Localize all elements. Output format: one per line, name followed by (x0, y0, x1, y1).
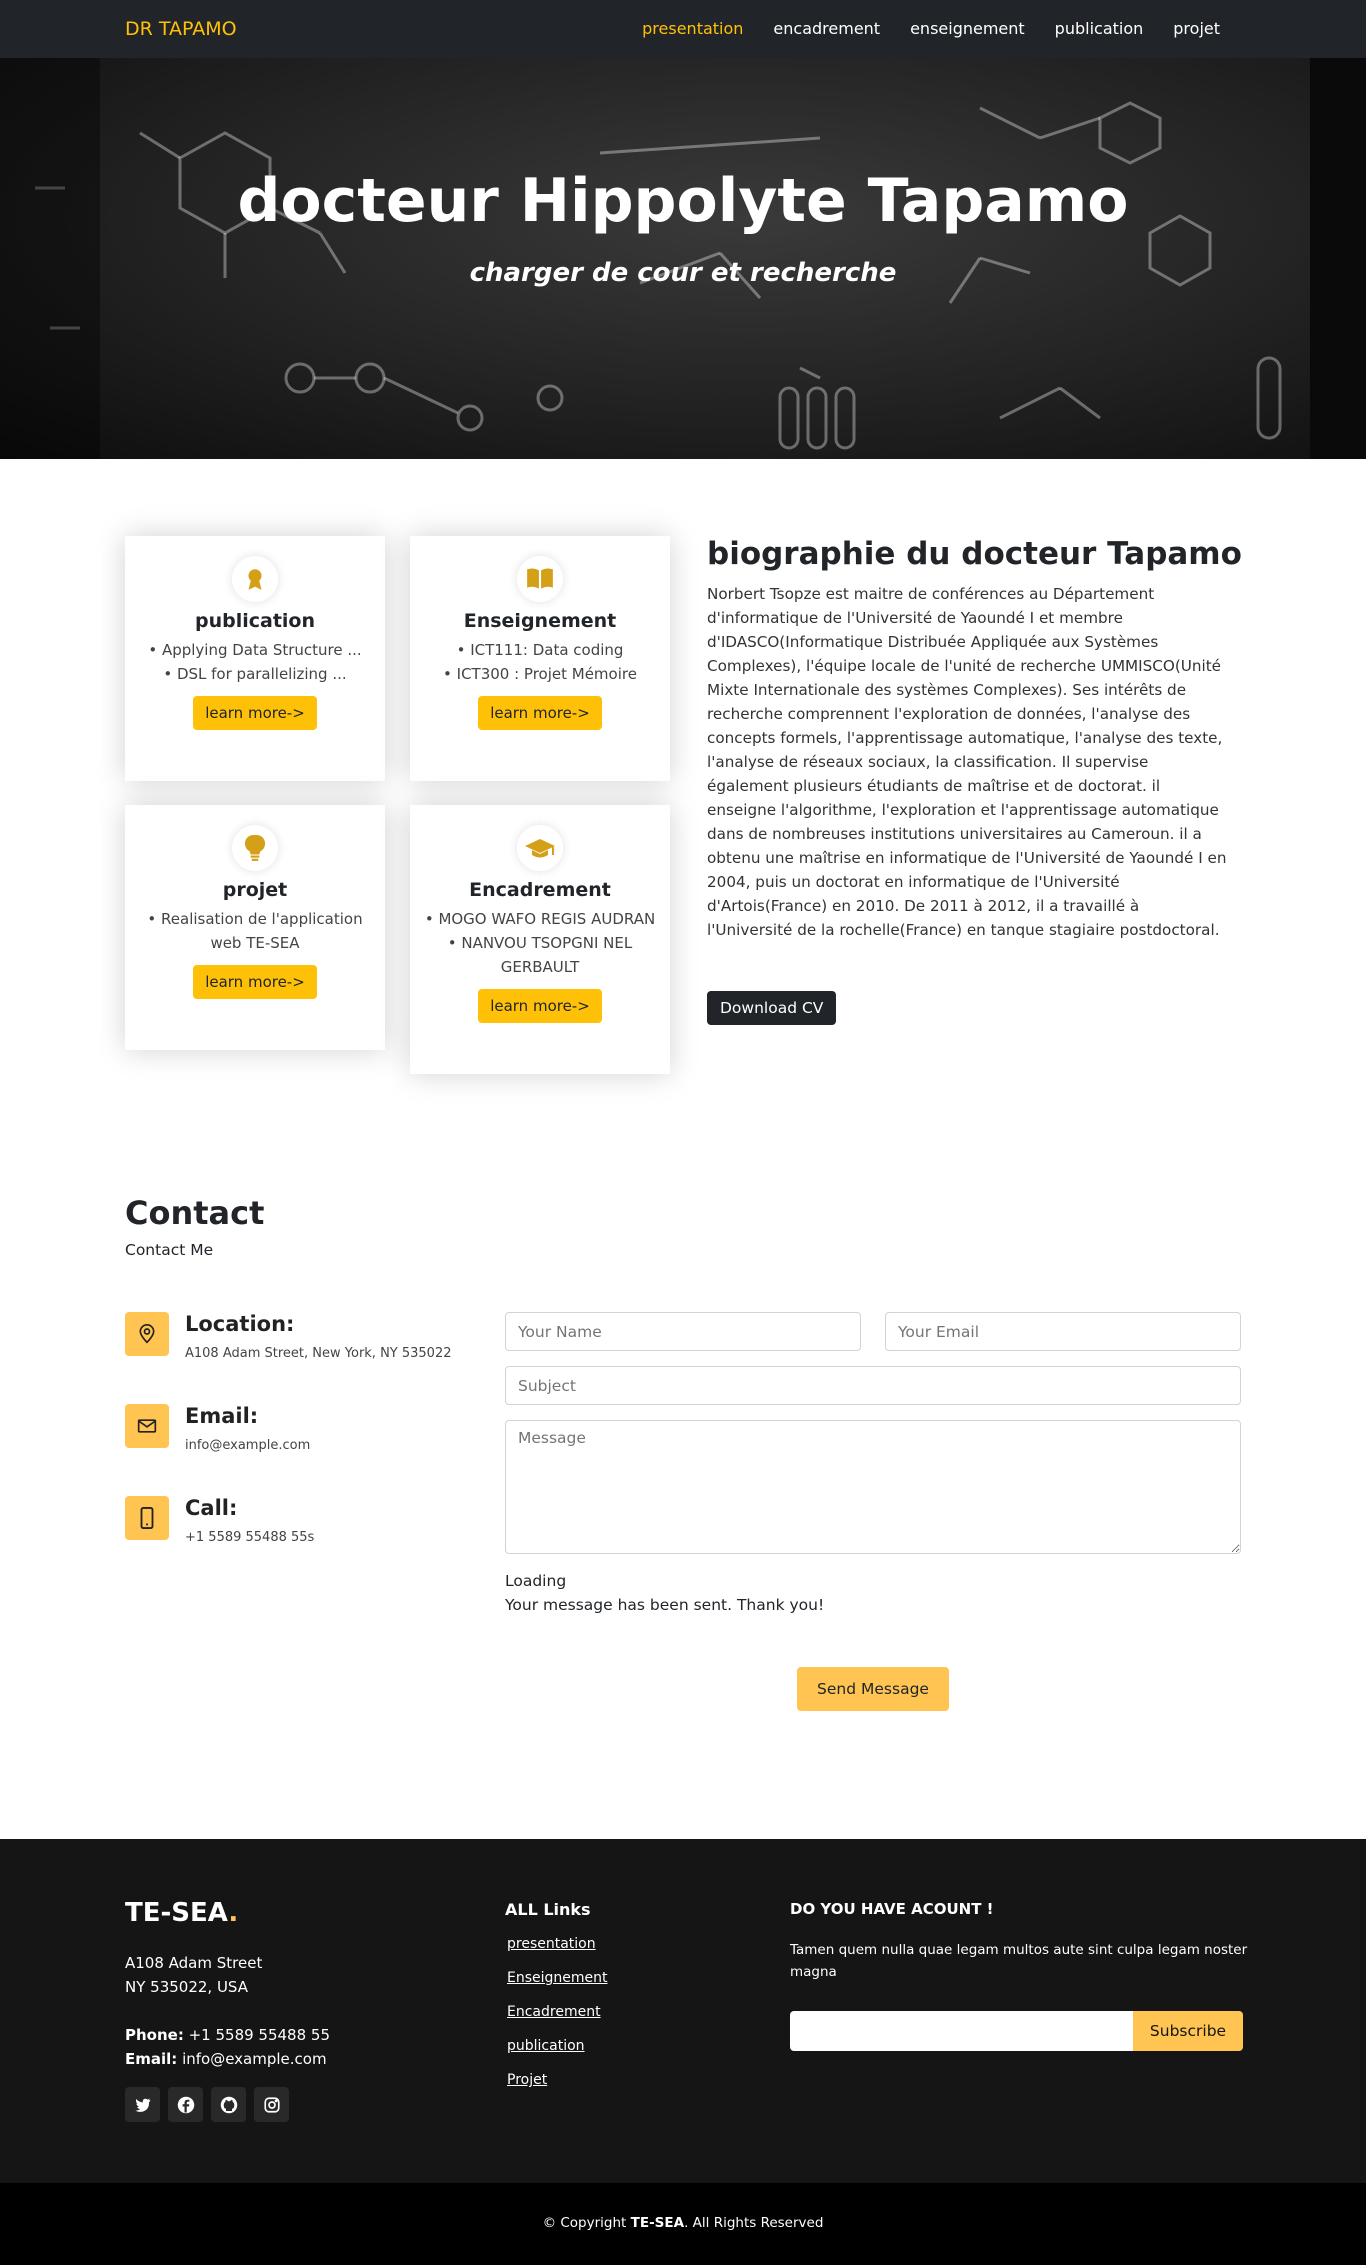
navbar: DR TAPAMO presentation encadrement ensei… (0, 0, 1366, 58)
card-enseignement: Enseignement ICT111: Data coding ICT300 … (410, 536, 670, 781)
card-projet: projet Realisation de l'application web … (125, 805, 385, 1050)
list-item: ICT300 : Projet Mémoire (424, 662, 656, 686)
send-message-button[interactable]: Send Message (797, 1667, 949, 1711)
award-icon (232, 556, 278, 602)
bio-title: biographie du docteur Tapamo (707, 536, 1242, 572)
email-field[interactable] (885, 1312, 1241, 1351)
learn-more-button[interactable]: learn more-> (193, 696, 317, 730)
card-list: Realisation de l'application web TE-SEA (125, 907, 385, 955)
footer-link-presentation[interactable]: presentation (507, 1936, 596, 1952)
nav-item-enseignement[interactable]: enseignement (910, 19, 1025, 38)
sent-message: Your message has been sent. Thank you! (505, 1596, 825, 1614)
loading-status: Loading (505, 1572, 567, 1590)
card-title: Encadrement (469, 879, 611, 901)
call-label: Call: (185, 1496, 238, 1520)
list-item: MOGO WAFO REGIS AUDRAN (424, 907, 656, 931)
list-item: NANVOU TSOPGNI NEL GERBAULT (424, 931, 656, 979)
footer-brand: TE-SEA. (125, 1898, 239, 1928)
hero-banner: docteur Hippolyte Tapamo charger de cour… (0, 58, 1366, 459)
nav-menu: presentation encadrement enseignement pu… (642, 19, 1220, 38)
card-title: projet (222, 879, 288, 901)
lightbulb-icon (232, 825, 278, 871)
email-label: Email: (185, 1404, 259, 1428)
card-publication: publication Applying Data Structure ... … (125, 536, 385, 781)
list-item: ICT111: Data coding (424, 638, 656, 662)
twitter-icon[interactable] (125, 2087, 160, 2122)
list-item: DSL for parallelizing ... (139, 662, 371, 686)
footer-address-line2: NY 535022, USA (125, 1978, 248, 1996)
footer-link-projet[interactable]: Projet (507, 2072, 547, 2088)
card-encadrement: Encadrement MOGO WAFO REGIS AUDRAN NANVO… (410, 805, 670, 1074)
card-list: ICT111: Data coding ICT300 : Projet Mémo… (410, 638, 670, 686)
footer-email: Email: info@example.com (125, 2050, 327, 2068)
footer-link-encadrement[interactable]: Encadrement (507, 2004, 601, 2020)
call-value: +1 5589 55488 55s (185, 1530, 315, 1545)
brand-logo[interactable]: DR TAPAMO (125, 18, 237, 40)
learn-more-button[interactable]: learn more-> (193, 965, 317, 999)
newsletter-email-input[interactable] (790, 2011, 1135, 2051)
learn-more-button[interactable]: learn more-> (478, 989, 602, 1023)
hero-title: docteur Hippolyte Tapamo (237, 166, 1129, 236)
footer-link-enseignement[interactable]: Enseignement (507, 1970, 608, 1986)
nav-item-presentation[interactable]: presentation (642, 19, 743, 38)
card-title: Enseignement (463, 610, 617, 632)
copyright-text: © Copyright TE-SEA. All Rights Reserved (542, 2215, 824, 2231)
card-list: MOGO WAFO REGIS AUDRAN NANVOU TSOPGNI NE… (410, 907, 670, 979)
instagram-icon[interactable] (254, 2087, 289, 2122)
nav-item-encadrement[interactable]: encadrement (773, 19, 880, 38)
phone-icon (125, 1496, 169, 1540)
contact-title: Contact (125, 1194, 265, 1232)
learn-more-button[interactable]: learn more-> (478, 696, 602, 730)
download-cv-button[interactable]: Download CV (707, 991, 837, 1025)
list-item: Realisation de l'application web TE-SEA (139, 907, 371, 955)
footer-link-publication[interactable]: publication (507, 2038, 585, 2054)
footer-address-line1: A108 Adam Street (125, 1954, 263, 1972)
location-value: A108 Adam Street, New York, NY 535022 (185, 1346, 452, 1361)
newsletter-text: Tamen quem nulla quae legam multos aute … (790, 1942, 1248, 1980)
subscribe-button[interactable]: Subscribe (1133, 2011, 1243, 2051)
subject-field[interactable] (505, 1366, 1241, 1405)
message-field[interactable] (505, 1420, 1241, 1554)
nav-item-projet[interactable]: projet (1173, 19, 1220, 38)
contact-subtitle: Contact Me (125, 1241, 214, 1259)
bio-text: Norbert Tsopze est maitre de conférences… (707, 585, 1227, 939)
book-icon (517, 556, 563, 602)
graduation-cap-icon (517, 825, 563, 871)
envelope-icon (125, 1404, 169, 1448)
location-label: Location: (185, 1312, 295, 1336)
hero-subtitle: charger de cour et recherche (469, 258, 897, 288)
newsletter-title: DO YOU HAVE ACOUNT ! (790, 1900, 994, 1918)
github-icon[interactable] (211, 2087, 246, 2122)
footer-links-title: ALL Links (505, 1900, 591, 1919)
nav-item-publication[interactable]: publication (1055, 19, 1144, 38)
card-title: publication (194, 610, 315, 632)
footer-phone: Phone: +1 5589 55488 55 (125, 2026, 331, 2044)
map-pin-icon (125, 1312, 169, 1356)
list-item: Applying Data Structure ... (139, 638, 371, 662)
facebook-icon[interactable] (168, 2087, 203, 2122)
card-list: Applying Data Structure ... DSL for para… (125, 638, 385, 686)
email-value: info@example.com (185, 1438, 311, 1453)
name-field[interactable] (505, 1312, 861, 1351)
